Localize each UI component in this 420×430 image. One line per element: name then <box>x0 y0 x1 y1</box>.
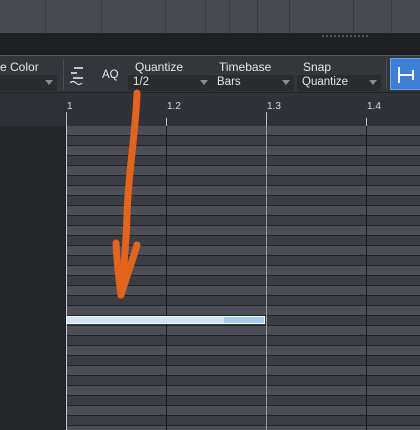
top-strip-cell <box>166 0 206 33</box>
top-strip-cell <box>230 0 258 33</box>
top-strip-cell <box>46 0 102 33</box>
quantize-value: 1/2 <box>133 76 149 88</box>
quantize-select[interactable]: 1/2 <box>128 75 212 91</box>
resize-grip[interactable] <box>322 35 370 37</box>
top-track-strip <box>0 0 420 33</box>
grid-barline <box>266 126 267 430</box>
top-strip-cell <box>392 0 420 33</box>
chevron-down-icon <box>45 80 53 85</box>
timebase-label: Timebase <box>219 60 272 74</box>
chevron-down-icon <box>369 80 377 85</box>
grid-beatline <box>366 126 367 430</box>
panel-resize-band[interactable] <box>0 33 420 55</box>
snap-label: Snap <box>303 60 332 74</box>
toolbar-divider <box>63 59 64 89</box>
toolbar-divider <box>386 59 387 89</box>
grid-beatline <box>166 126 167 430</box>
note-tail <box>224 317 264 323</box>
snap-toggle-button[interactable] <box>390 58 420 90</box>
snap-value: Quantize <box>302 76 349 88</box>
ruler-tick-label: 1.3 <box>267 101 281 112</box>
piano-keys-column[interactable] <box>0 126 66 430</box>
snap-to-grid-icon <box>398 67 414 83</box>
top-strip-cell <box>206 0 230 33</box>
grid-barline <box>66 126 67 430</box>
ruler-tick-label: 1.2 <box>167 101 181 112</box>
ruler-tick <box>66 112 67 126</box>
ruler-tick <box>266 112 267 126</box>
midi-note[interactable] <box>66 316 265 324</box>
chevron-down-icon <box>200 80 208 85</box>
color-label: e Color <box>0 60 39 74</box>
top-strip-cell <box>0 0 46 33</box>
ruler-tick-label: 1.4 <box>367 101 381 112</box>
top-strip-cell <box>102 0 166 33</box>
top-strip-cell <box>290 0 354 33</box>
snap-select[interactable]: Quantize <box>297 75 381 91</box>
chevron-down-icon <box>282 80 290 85</box>
quantize-label: Quantize <box>135 60 184 74</box>
ruler-tick <box>366 118 367 126</box>
top-strip-cell <box>354 0 392 33</box>
ruler-tick-label: 1 <box>67 101 73 112</box>
timebase-value: Bars <box>217 76 241 88</box>
aq-button[interactable]: AQ <box>102 69 119 81</box>
ruler-corner <box>0 93 66 126</box>
timebase-select[interactable]: Bars <box>212 75 294 91</box>
top-strip-cell <box>258 0 290 33</box>
auto-quantize-icon[interactable] <box>68 65 86 87</box>
ruler-tick <box>166 118 167 126</box>
color-select[interactable] <box>0 75 57 91</box>
